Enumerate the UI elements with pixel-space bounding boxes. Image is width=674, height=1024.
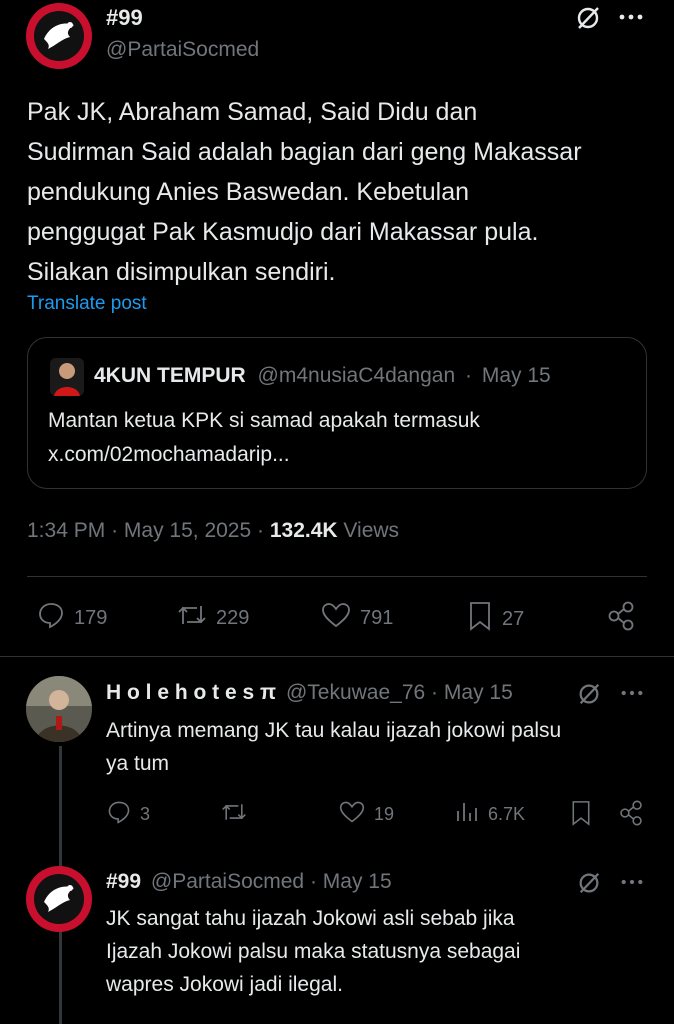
- more-icon[interactable]: [618, 12, 644, 22]
- bookmark-count: 27: [502, 607, 525, 630]
- repost-icon: [220, 799, 248, 830]
- grok-icon[interactable]: [574, 4, 602, 32]
- post-text-line: penggugat Pak Kasmudjo dari Makassar pul…: [27, 218, 539, 246]
- handle[interactable]: @PartaiSocmed: [106, 38, 259, 62]
- divider: [27, 576, 647, 577]
- like-icon: [338, 799, 366, 830]
- share-button[interactable]: [606, 600, 636, 637]
- post-text-line: Silakan disimpulkan sendiri.: [27, 258, 336, 286]
- reply-text: Artinya memang JK tau kalau ijazah jokow…: [106, 714, 561, 780]
- like-button[interactable]: 791: [320, 600, 393, 636]
- quote-text-line: Mantan ketua KPK si samad apakah termasu…: [48, 409, 480, 432]
- like-button[interactable]: 19: [338, 799, 394, 830]
- reply-text-line: Artinya memang JK tau kalau ijazah jokow…: [106, 719, 562, 742]
- reply-icon: [36, 600, 66, 636]
- views-icon: [454, 799, 480, 830]
- quote-handle[interactable]: @m4nusiaC4dangan: [258, 364, 456, 387]
- views-count[interactable]: 132.4K: [270, 519, 338, 542]
- grok-icon[interactable]: [576, 681, 602, 707]
- share-icon: [618, 799, 644, 832]
- like-icon: [320, 600, 352, 636]
- bookmark-button[interactable]: [569, 799, 593, 832]
- dot: ·: [431, 681, 439, 704]
- bookmark-icon: [466, 600, 494, 638]
- more-icon[interactable]: [620, 688, 644, 698]
- views-count: 6.7K: [488, 804, 526, 824]
- reply-text-line: JK sangat tahu ijazah Jokowi asli sebab …: [106, 907, 515, 930]
- reply-count: 3: [140, 804, 151, 824]
- repost-button[interactable]: [220, 799, 256, 830]
- avatar[interactable]: [26, 676, 92, 742]
- post-text: Pak JK, Abraham Samad, Said Didu dan Sud…: [27, 92, 582, 292]
- repost-icon: [176, 600, 208, 636]
- quote-date[interactable]: May 15: [482, 364, 551, 387]
- post-date[interactable]: May 15, 2025: [124, 519, 251, 542]
- post-text-line: pendukung Anies Baswedan. Kebetulan: [27, 178, 470, 206]
- reply-button[interactable]: 3: [106, 799, 150, 830]
- share-button[interactable]: [618, 799, 644, 832]
- share-icon: [606, 600, 636, 637]
- post-text-line: Sudirman Said adalah bagian dari geng Ma…: [27, 138, 582, 166]
- reply-text: JK sangat tahu ijazah Jokowi asli sebab …: [106, 902, 520, 1001]
- repost-count: 229: [216, 606, 250, 629]
- post-text-line: Pak JK, Abraham Samad, Said Didu dan: [27, 98, 478, 126]
- like-count: 19: [374, 804, 395, 824]
- repost-button[interactable]: 229: [176, 600, 249, 636]
- avatar[interactable]: [26, 3, 92, 69]
- display-name[interactable]: #99: [106, 870, 141, 893]
- handle[interactable]: @PartaiSocmed: [151, 870, 304, 893]
- reply-button[interactable]: 179: [36, 600, 107, 636]
- views-label: Views: [343, 519, 400, 542]
- handle[interactable]: @Tekuwae_76: [286, 681, 425, 704]
- meta-dot: ·: [111, 519, 119, 542]
- reply-date[interactable]: May 15: [444, 681, 513, 704]
- reply-text-line: wapres Jokowi jadi ilegal.: [106, 973, 343, 996]
- post-meta: 1:34 PM · May 15, 2025 · 132.4K Views: [27, 519, 399, 543]
- reply-text-line: Ijazah Jokowi palsu maka statusnya sebag…: [106, 940, 521, 963]
- meta-dot: ·: [257, 519, 265, 542]
- quote-card[interactable]: 4KUN TEMPUR @m4nusiaC4dangan · May 15 Ma…: [27, 337, 647, 489]
- reply-text-line: ya tum: [106, 752, 170, 775]
- display-name[interactable]: H o l e h o t e s π: [106, 681, 276, 704]
- views-button[interactable]: 6.7K: [454, 799, 525, 830]
- quote-dot: ·: [465, 364, 472, 387]
- grok-icon[interactable]: [576, 870, 602, 896]
- bookmark-icon: [569, 799, 593, 832]
- reply-icon: [106, 799, 132, 830]
- quote-avatar[interactable]: [50, 358, 84, 396]
- translate-link[interactable]: Translate post: [27, 293, 147, 315]
- more-icon[interactable]: [620, 877, 644, 887]
- display-name[interactable]: #99: [106, 5, 143, 31]
- reply-count: 179: [74, 606, 108, 629]
- divider: [0, 656, 674, 657]
- avatar[interactable]: [26, 866, 92, 932]
- reply-date[interactable]: May 15: [323, 870, 392, 893]
- quote-display-name[interactable]: 4KUN TEMPUR: [94, 364, 246, 387]
- like-count: 791: [360, 606, 394, 629]
- dot: ·: [309, 870, 317, 893]
- bookmark-button[interactable]: 27: [466, 600, 524, 638]
- post-time[interactable]: 1:34 PM: [27, 519, 105, 542]
- quote-text-line: x.com/02mochamadarip...: [48, 443, 290, 466]
- quote-text: Mantan ketua KPK si samad apakah termasu…: [48, 404, 480, 472]
